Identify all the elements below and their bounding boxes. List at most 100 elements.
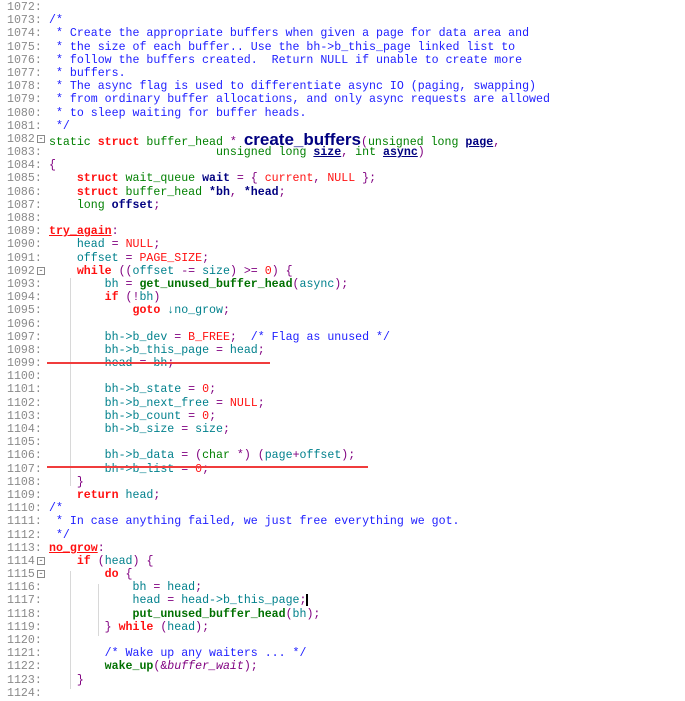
- code-line[interactable]: 1107: bh->b_list = 0;: [0, 463, 685, 476]
- code-line[interactable]: 1083: unsigned long size, int async): [0, 146, 685, 159]
- code-line[interactable]: 1119: } while (head);: [0, 621, 685, 634]
- code-line[interactable]: 1075: * the size of each buffer.. Use th…: [0, 41, 685, 54]
- code-token: head->b_this_page: [181, 594, 300, 608]
- code-text: if (!bh): [49, 291, 161, 304]
- code-token: wait: [202, 172, 230, 186]
- code-token: async: [299, 277, 335, 291]
- code-line[interactable]: 1079: * from ordinary buffer allocations…: [0, 93, 685, 106]
- code-line[interactable]: 1113: no_grow:: [0, 542, 685, 555]
- code-line[interactable]: 1109: return head;: [0, 489, 685, 502]
- code-token: *bh: [209, 185, 230, 199]
- code-line[interactable]: 1097: bh->b_dev = B_FREE; /* Flag as unu…: [0, 331, 685, 344]
- code-line[interactable]: 1103: bh->b_count = 0;: [0, 410, 685, 423]
- code-line[interactable]: 1095: goto ↓no_grow;: [0, 304, 685, 317]
- code-line[interactable]: 1124:: [0, 687, 685, 700]
- code-line[interactable]: 1110: /*: [0, 502, 685, 515]
- line-number: 1095:: [7, 304, 42, 318]
- line-number: 1077:: [7, 66, 42, 80]
- code-token: struct: [76, 185, 126, 199]
- code-token: /*: [49, 502, 63, 516]
- code-token: ,: [229, 185, 244, 199]
- code-line[interactable]: 1114- if (head) {: [0, 555, 685, 568]
- code-token: ;: [153, 238, 161, 252]
- code-token: =: [174, 330, 189, 344]
- code-line[interactable]: 1104: bh->b_size = size;: [0, 423, 685, 436]
- code-line[interactable]: 1105:: [0, 436, 685, 449]
- code-line[interactable]: 1087: long offset;: [0, 199, 685, 212]
- fold-toggle-icon[interactable]: -: [37, 570, 45, 579]
- code-token: =: [216, 343, 230, 357]
- code-line[interactable]: 1093: bh = get_unused_buffer_head(async)…: [0, 278, 685, 291]
- code-token: ;: [257, 396, 265, 410]
- code-line[interactable]: 1117: head = head->b_this_page;: [0, 594, 685, 608]
- code-text: unsigned long size, int async): [49, 146, 425, 159]
- indent-guide: [98, 584, 99, 636]
- code-token: ,: [341, 146, 356, 160]
- code-line[interactable]: 1100:: [0, 370, 685, 383]
- code-token: long: [76, 198, 112, 212]
- code-line[interactable]: 1112: */: [0, 529, 685, 542]
- code-line[interactable]: 1111: * In case anything failed, we just…: [0, 515, 685, 528]
- code-token: * the size of each buffer.. Use the bh->…: [49, 40, 516, 54]
- code-line[interactable]: 1122: wake_up(&buffer_wait);: [0, 660, 685, 673]
- code-text: */: [49, 120, 70, 133]
- code-token: );: [341, 449, 356, 463]
- code-line[interactable]: 1118: put_unused_buffer_head(bh);: [0, 608, 685, 621]
- code-line[interactable]: 1094: if (!bh): [0, 291, 685, 304]
- code-text: * Create the appropriate buffers when gi…: [49, 27, 529, 40]
- code-line[interactable]: 1082- static struct buffer_head * create_…: [0, 131, 685, 149]
- code-line[interactable]: 1080: * to sleep waiting for buffer head…: [0, 107, 685, 120]
- code-line[interactable]: 1116: bh = head;: [0, 581, 685, 594]
- code-line[interactable]: 1108: }: [0, 476, 685, 489]
- code-line[interactable]: 1085: struct wait_queue wait = { current…: [0, 172, 685, 185]
- code-text: put_unused_buffer_head(bh);: [49, 608, 321, 621]
- code-line[interactable]: 1084: {: [0, 159, 685, 172]
- indent-guide: [70, 278, 71, 486]
- code-token: */: [49, 119, 70, 133]
- line-number: 1083:: [7, 146, 42, 160]
- code-line[interactable]: 1091: offset = PAGE_SIZE;: [0, 252, 685, 265]
- code-token: NULL: [327, 172, 356, 186]
- fold-toggle-icon[interactable]: -: [37, 556, 45, 565]
- line-number: 1110:: [7, 502, 42, 516]
- code-line[interactable]: 1096:: [0, 318, 685, 331]
- code-line[interactable]: 1092- while ((offset -= size) >= 0) {: [0, 265, 685, 278]
- code-line[interactable]: 1073: /*: [0, 14, 685, 27]
- line-number: 1116:: [7, 581, 42, 595]
- line-number: 1118:: [7, 607, 42, 621]
- code-line[interactable]: 1086: struct buffer_head *bh, *head;: [0, 186, 685, 199]
- code-line[interactable]: 1098: bh->b_this_page = head;: [0, 344, 685, 357]
- code-token: ;: [209, 383, 217, 397]
- code-line[interactable]: 1102: bh->b_next_free = NULL;: [0, 397, 685, 410]
- code-line[interactable]: 1077: * buffers.: [0, 67, 685, 80]
- code-line[interactable]: 1123: }: [0, 674, 685, 687]
- code-line[interactable]: 1106: bh->b_data = (char *) (page+offset…: [0, 449, 685, 462]
- code-token: size: [195, 423, 223, 436]
- code-line[interactable]: 1101: bh->b_state = 0;: [0, 383, 685, 396]
- code-token: {: [125, 568, 133, 582]
- code-line[interactable]: 1078: * The async flag is used to differ…: [0, 80, 685, 93]
- code-token: no_grow: [49, 541, 98, 555]
- code-line[interactable]: 1074: * Create the appropriate buffers w…: [0, 27, 685, 40]
- code-line[interactable]: 1121: /* Wake up any waiters ... */: [0, 647, 685, 660]
- code-token: ;: [278, 185, 286, 199]
- code-token: bh->b_data: [104, 449, 182, 463]
- code-line[interactable]: 1115- do {: [0, 568, 685, 581]
- code-line[interactable]: 1076: * follow the buffers created. Retu…: [0, 54, 685, 67]
- code-token: *) (: [236, 449, 265, 463]
- code-line[interactable]: 1090: head = NULL;: [0, 238, 685, 251]
- line-number: 1094:: [7, 291, 42, 305]
- line-number: 1100:: [7, 370, 42, 384]
- code-line[interactable]: 1088:: [0, 212, 685, 225]
- code-line[interactable]: 1072:: [0, 1, 685, 14]
- code-editor[interactable]: 1072: 1073:/* 1074: * Create the appropria…: [0, 1, 685, 700]
- code-token: B_FREE: [188, 330, 230, 344]
- code-line[interactable]: 1089: try_again:: [0, 225, 685, 238]
- fold-toggle-icon[interactable]: -: [37, 266, 45, 275]
- fold-toggle-icon[interactable]: -: [37, 134, 45, 143]
- code-text: while ((offset -= size) >= 0) {: [49, 265, 293, 278]
- code-line[interactable]: 1120:: [0, 634, 685, 647]
